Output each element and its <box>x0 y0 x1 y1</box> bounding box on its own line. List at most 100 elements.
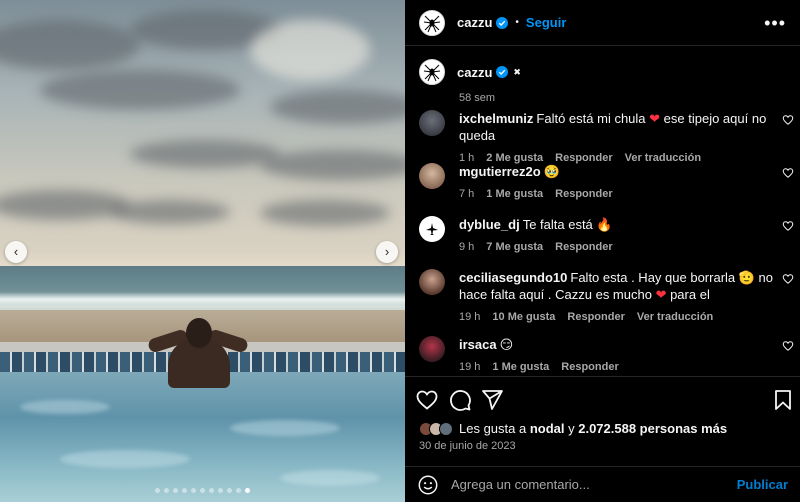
comment-username[interactable]: dyblue_dj <box>459 217 520 232</box>
publish-button[interactable]: Publicar <box>737 477 788 492</box>
water-ripple <box>280 470 380 486</box>
avatar[interactable] <box>419 336 445 362</box>
carousel-dot <box>200 488 205 493</box>
comment-timestamp: 19 h <box>459 361 481 373</box>
cloud <box>250 20 370 80</box>
comment-icon[interactable] <box>448 388 472 412</box>
likes-text: Les gusta a nodal y 2.072.588 personas m… <box>459 421 727 436</box>
comment-text: irsaca 😏 <box>459 336 774 353</box>
cloud <box>130 140 280 168</box>
comment-text-part: 🥹 <box>543 164 560 179</box>
cloud <box>110 200 230 224</box>
likes-prefix: Les gusta a <box>459 421 530 436</box>
comment-username[interactable]: ixchelmuniz <box>459 111 533 126</box>
likes-count[interactable]: 2.072.588 personas más <box>578 421 727 436</box>
avatar[interactable] <box>419 163 445 189</box>
share-icon[interactable] <box>480 388 504 412</box>
comment-meta: 9 h 7 Me gusta Responder <box>459 239 774 256</box>
carousel-dots <box>0 488 405 493</box>
heart-icon[interactable] <box>782 114 794 126</box>
avatar[interactable] <box>419 59 445 85</box>
comment-meta: 19 h 10 Me gusta Responder Ver traducción <box>459 309 774 326</box>
verified-badge-icon <box>496 16 509 29</box>
water-ripple <box>60 450 190 468</box>
wave <box>0 292 405 310</box>
comment-likes[interactable]: 10 Me gusta <box>492 309 555 326</box>
add-comment-bar: Publicar <box>405 466 800 502</box>
reply-button[interactable]: Responder <box>555 186 612 203</box>
cloud <box>260 150 405 180</box>
spider-logo-icon <box>423 15 441 32</box>
verified-badge-icon <box>496 66 509 78</box>
carousel-dot <box>164 488 169 493</box>
heart-icon[interactable] <box>415 388 439 412</box>
comment-text: dyblue_dj Te falta está 🔥 <box>459 216 774 233</box>
avatar[interactable] <box>419 216 445 242</box>
comment-username[interactable]: ceciliasegundo10 <box>459 270 567 285</box>
cloud <box>40 70 240 110</box>
bookmark-icon[interactable] <box>771 388 795 412</box>
reply-button[interactable]: Responder <box>561 359 618 376</box>
comment-text: ceciliasegundo10 Falto esta . Hay que bor… <box>459 269 774 303</box>
cloud <box>270 90 405 124</box>
liked-by-user[interactable]: nodal <box>530 421 565 436</box>
post-details-panel: cazzu • Seguir ••• cazzu ✖ 58 sem ixchel… <box>405 0 800 502</box>
red-heart-emoji: ❤ <box>649 111 661 126</box>
comment-timestamp: 9 h <box>459 241 475 253</box>
comment-username[interactable]: mgutierrez2o <box>459 164 541 179</box>
comment-likes[interactable]: 1 Me gusta <box>486 186 543 203</box>
caption-username[interactable]: cazzu <box>457 65 492 80</box>
cloud <box>0 190 130 220</box>
heart-icon[interactable] <box>782 340 794 352</box>
water-ripple <box>230 420 340 436</box>
separator-dot: • <box>515 17 519 28</box>
comment-text: ixchelmuniz Faltó está mi chula ❤ ese tip… <box>459 110 774 144</box>
comment-username[interactable]: irsaca <box>459 337 497 352</box>
post-header: cazzu • Seguir ••• <box>405 0 800 46</box>
comment-text-part: para el <box>666 287 710 302</box>
comment-input[interactable] <box>451 477 737 492</box>
follow-button[interactable]: Seguir <box>526 15 566 30</box>
comment-text-part: Faltó está mi chula <box>536 111 650 126</box>
water-ripple <box>20 400 110 414</box>
reply-button[interactable]: Responder <box>555 239 612 256</box>
carousel-next-button[interactable]: › <box>376 241 398 263</box>
post-caption: cazzu ✖ 58 sem <box>419 59 521 104</box>
comment-likes[interactable]: 7 Me gusta <box>486 239 543 256</box>
carousel-dot <box>245 488 250 493</box>
carousel-dot <box>236 488 241 493</box>
comment-text-part: 😏 <box>499 337 514 352</box>
emoji-icon[interactable] <box>417 474 439 496</box>
heart-icon[interactable] <box>782 273 794 285</box>
heart-icon[interactable] <box>782 220 794 232</box>
comment-likes[interactable]: 1 Me gusta <box>492 359 549 376</box>
comments-list[interactable]: cazzu ✖ 58 sem ixchelmuniz Faltó está mi … <box>405 47 800 377</box>
post-photo: ‹ › <box>0 0 405 502</box>
avatar[interactable] <box>419 110 445 136</box>
caption-timestamp[interactable]: 58 sem <box>459 92 495 104</box>
plane-logo-icon <box>426 223 438 235</box>
avatar[interactable] <box>419 269 445 295</box>
carousel-dot <box>209 488 214 493</box>
comment-text: mgutierrez2o 🥹 <box>459 163 774 180</box>
carousel-dot <box>227 488 232 493</box>
likes-summary[interactable]: Les gusta a nodal y 2.072.588 personas m… <box>419 421 727 436</box>
caption-emoji: ✖ <box>513 66 521 77</box>
comment-meta: 19 h 1 Me gusta Responder <box>459 359 774 376</box>
red-heart-emoji: ❤ <box>655 287 667 302</box>
more-options-icon[interactable]: ••• <box>764 14 786 32</box>
carousel-dot <box>173 488 178 493</box>
comment-timestamp: 19 h <box>459 311 481 323</box>
heart-icon[interactable] <box>782 167 794 179</box>
carousel-dot <box>218 488 223 493</box>
post-date[interactable]: 30 de junio de 2023 <box>419 440 516 452</box>
post-author-username[interactable]: cazzu <box>457 15 492 30</box>
translate-button[interactable]: Ver traducción <box>637 309 713 326</box>
comment-timestamp: 7 h <box>459 188 475 200</box>
comment-text-part: Te falta está 🔥 <box>522 217 613 232</box>
comment-meta: 7 h 1 Me gusta Responder <box>459 186 774 203</box>
likes-conjunction: y <box>564 421 579 436</box>
reply-button[interactable]: Responder <box>567 309 624 326</box>
carousel-prev-button[interactable]: ‹ <box>5 241 27 263</box>
avatar[interactable] <box>419 9 445 36</box>
